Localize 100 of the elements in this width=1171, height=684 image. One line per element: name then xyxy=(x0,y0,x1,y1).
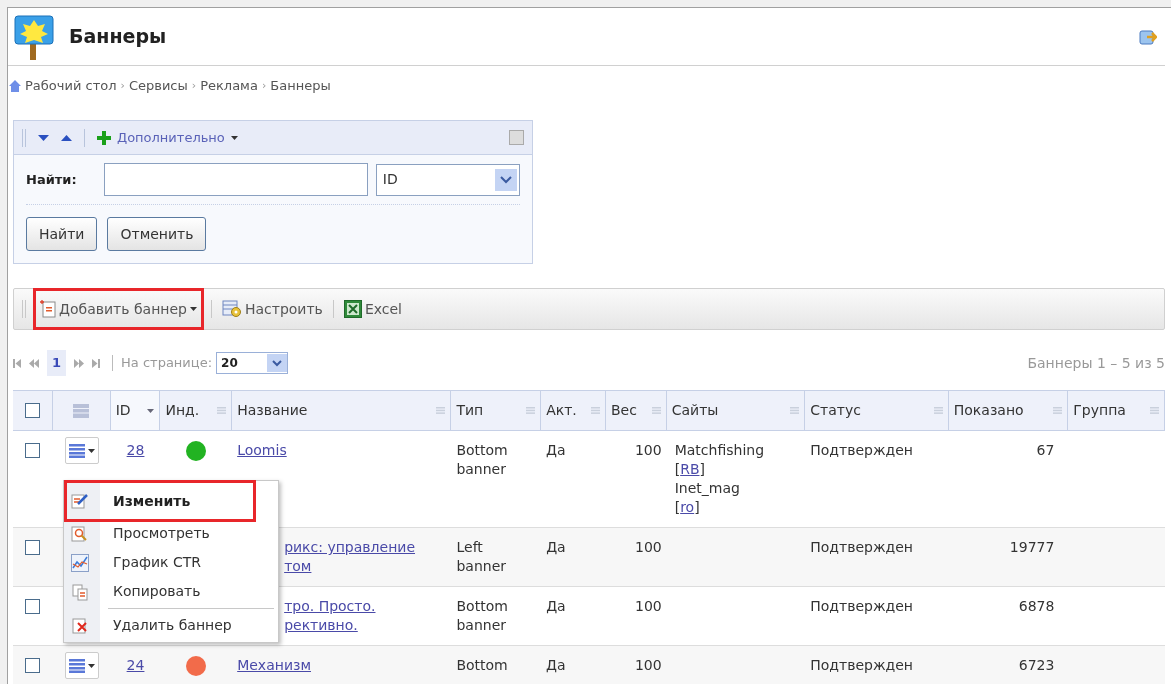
table-cell: Да xyxy=(546,598,566,614)
table-cell: 19777 xyxy=(1009,539,1055,555)
bracket: [ xyxy=(674,460,681,479)
toolbar-button[interactable]: Настроить xyxy=(221,291,323,327)
banner-name-link[interactable]: Loomis xyxy=(237,441,447,460)
filter-button[interactable]: Отменить xyxy=(107,217,207,251)
signboard-icon xyxy=(13,13,55,60)
last-page-icon[interactable] xyxy=(92,358,101,368)
bracket: ] xyxy=(699,460,705,479)
table-cell: Подтвержден xyxy=(810,598,913,614)
table-cell: 67 xyxy=(1036,442,1055,458)
home-icon[interactable] xyxy=(9,80,21,92)
banner-name-link[interactable]: Механизм xyxy=(237,656,447,675)
site-code-link[interactable]: ro xyxy=(680,498,695,517)
spreadsheet-icon xyxy=(343,300,362,318)
menu-item[interactable]: Изменить xyxy=(67,483,253,519)
column-menu-icon[interactable] xyxy=(590,407,600,414)
column-header[interactable]: Название xyxy=(232,391,452,430)
list-icon xyxy=(73,403,90,418)
table-cell: Bottom xyxy=(456,657,508,673)
previous-page-icon[interactable] xyxy=(29,358,39,368)
magnifier-document-icon xyxy=(71,524,89,543)
table-cell: Да xyxy=(546,657,566,673)
first-page-icon[interactable] xyxy=(13,358,21,368)
table-cell: 6723 xyxy=(1018,657,1055,673)
column-header[interactable]: Группа xyxy=(1068,391,1165,430)
breadcrumb-link[interactable]: Рабочий стол xyxy=(25,76,117,96)
table-cell: Bottom banner xyxy=(456,598,508,633)
export-icon[interactable] xyxy=(1139,27,1157,46)
site-name: Inet_mag xyxy=(674,479,741,498)
breadcrumb-separator: › xyxy=(120,77,125,94)
table-cell: Подтвержден xyxy=(810,442,913,458)
checkbox[interactable] xyxy=(25,443,41,458)
toolbar-button[interactable]: Добавить баннер xyxy=(36,291,201,327)
records-summary: Баннеры 1 – 5 из 5 xyxy=(1027,353,1165,373)
breadcrumb-link[interactable]: Реклама xyxy=(200,76,258,96)
collapse-arrow-icon[interactable] xyxy=(38,134,49,141)
banner-name-link[interactable]: тро. Просто. рективно. xyxy=(284,597,447,635)
row-actions-button[interactable] xyxy=(64,652,99,679)
column-menu-icon[interactable] xyxy=(436,407,446,414)
column-menu-icon[interactable] xyxy=(526,407,536,414)
column-header[interactable]: Акт. xyxy=(541,391,606,430)
menu-item[interactable]: Удалить баннер xyxy=(67,611,253,640)
filter-button[interactable]: Найти xyxy=(26,217,98,251)
site-code-link[interactable]: RB xyxy=(680,460,700,479)
breadcrumb-link[interactable]: Баннеры xyxy=(270,76,331,96)
checkbox[interactable] xyxy=(25,540,41,555)
find-label: Найти: xyxy=(26,170,78,189)
column-menu-icon[interactable] xyxy=(1053,407,1063,414)
menu-item[interactable]: Просмотреть xyxy=(67,519,253,548)
table-gear-icon xyxy=(221,300,242,318)
current-page[interactable]: 1 xyxy=(47,350,67,376)
column-menu-icon[interactable] xyxy=(217,407,227,414)
column-header[interactable]: Вес xyxy=(605,391,667,430)
menu-item[interactable]: График CTR xyxy=(67,548,253,577)
table-cell: 100 xyxy=(634,442,662,458)
banner-name-link[interactable]: рикс: управление том xyxy=(284,538,447,576)
checkbox[interactable] xyxy=(25,599,41,614)
table-cell: Да xyxy=(546,442,566,458)
column-menu-icon[interactable] xyxy=(1150,407,1159,414)
id-link[interactable]: 24 xyxy=(126,656,145,679)
copy-documents-icon xyxy=(71,582,89,601)
pencil-document-icon xyxy=(71,492,89,510)
delete-document-icon xyxy=(71,616,89,635)
breadcrumb-link[interactable]: Сервисы xyxy=(128,76,188,96)
menu-item[interactable]: Копировать xyxy=(67,577,253,606)
column-header[interactable]: Тип xyxy=(451,391,542,430)
plus-icon xyxy=(97,130,111,145)
table-cell: 100 xyxy=(635,539,662,555)
caret-icon xyxy=(230,135,238,140)
column-header[interactable]: Показано xyxy=(948,391,1069,430)
column-menu-icon[interactable] xyxy=(790,407,800,414)
checkbox[interactable] xyxy=(25,658,41,673)
row-actions-button[interactable] xyxy=(64,437,99,464)
document-plus-icon xyxy=(40,300,56,318)
column-header[interactable]: Статус xyxy=(805,391,949,430)
field-select[interactable]: ID xyxy=(375,163,520,196)
checkbox[interactable] xyxy=(24,403,40,418)
table-cell: Подтвержден xyxy=(810,539,913,555)
column-menu-icon[interactable] xyxy=(651,407,661,414)
next-page-icon[interactable] xyxy=(74,358,85,368)
column-header[interactable]: Сайты xyxy=(666,391,806,430)
page-title: Баннеры xyxy=(69,24,167,50)
breadcrumb-separator: › xyxy=(191,77,197,94)
caret-icon xyxy=(87,448,95,453)
table-cell: Bottom banner xyxy=(456,442,508,477)
table-cell: 6878 xyxy=(1018,598,1055,614)
breadcrumb-separator: › xyxy=(261,77,267,94)
column-menu-icon[interactable] xyxy=(933,407,943,414)
site-name: Matchfishing xyxy=(674,441,766,460)
per-page-label: На странице: xyxy=(121,354,213,373)
per-page-select[interactable]: 20 xyxy=(216,352,289,374)
panel-toggle-checkbox[interactable] xyxy=(509,130,524,145)
more-filters-button[interactable]: Дополнительно xyxy=(97,127,238,148)
caret-icon xyxy=(147,408,155,413)
expand-arrow-icon[interactable] xyxy=(61,134,72,141)
column-header[interactable]: Инд. xyxy=(160,391,233,430)
column-header[interactable]: ID xyxy=(110,391,161,430)
search-field[interactable] xyxy=(103,163,368,196)
toolbar-button[interactable]: Excel xyxy=(343,291,402,327)
